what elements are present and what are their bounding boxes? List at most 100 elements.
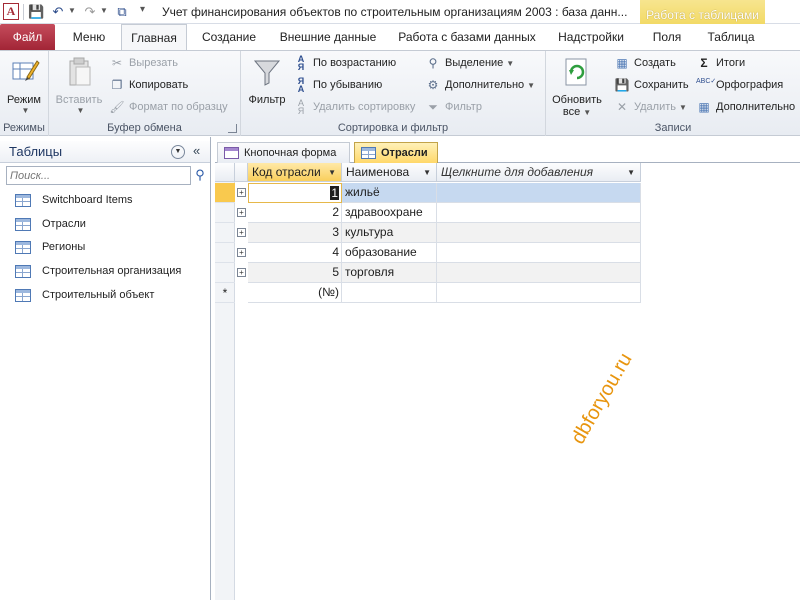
more-records-button[interactable]: ▦ Дополнительно	[696, 97, 795, 117]
table-icon	[15, 265, 31, 278]
expand-subdatasheet-icon[interactable]: +	[237, 228, 246, 237]
undo-icon[interactable]: ↶	[50, 4, 66, 20]
redo-icon[interactable]: ↷	[82, 4, 98, 20]
redo-dropdown-icon[interactable]: ▼	[100, 6, 108, 15]
table-cell-kod[interactable]: 5	[248, 263, 342, 283]
column-dropdown-icon[interactable]: ▼	[328, 163, 336, 181]
spelling-abc-icon: ABC✓	[696, 78, 717, 85]
expand-subdatasheet-icon[interactable]: +	[237, 188, 246, 197]
table-cell-name[interactable]: здравоохране	[342, 203, 437, 223]
remove-sort-button[interactable]: АЯ Удалить сортировку	[293, 97, 416, 117]
access-app-icon[interactable]: A	[3, 3, 19, 20]
nav-item-stroitelnaya-organizatsiya[interactable]: Строительная организация	[12, 260, 202, 282]
search-icon[interactable]: ⚲	[192, 166, 208, 185]
nav-pane-header[interactable]: Таблицы ▼ «	[0, 141, 210, 163]
column-header-kod-otrasli[interactable]: Код отрасли ▼	[248, 163, 342, 182]
table-cell-empty[interactable]	[437, 243, 641, 263]
table-cell-empty[interactable]	[437, 183, 641, 203]
tab-home[interactable]: Главная	[121, 24, 187, 51]
selection-button[interactable]: ⚲ Выделение ▼	[425, 53, 515, 73]
nav-item-otrasli[interactable]: Отрасли	[12, 213, 202, 235]
nav-pane-collapse-icon[interactable]: «	[193, 143, 200, 158]
spelling-button[interactable]: ABC✓ Орфография	[696, 75, 783, 95]
table-cell-name[interactable]: торговля	[342, 263, 437, 283]
tab-fields[interactable]: Поля	[640, 24, 694, 50]
tab-database-tools[interactable]: Работа с базами данных	[392, 24, 542, 50]
table-cell-kod[interactable]: 3	[248, 223, 342, 243]
doc-tab-switchboard-form[interactable]: Кнопочная форма	[217, 142, 350, 163]
clipboard-dialog-launcher-icon[interactable]	[228, 124, 237, 133]
mode-button[interactable]: Режим ▼	[3, 55, 45, 115]
new-record-empty-cell[interactable]	[437, 283, 641, 303]
cut-label: Вырезать	[129, 57, 178, 69]
undo-dropdown-icon[interactable]: ▼	[68, 6, 76, 15]
table-cell-name[interactable]: культура	[342, 223, 437, 243]
table-cell-kod[interactable]: 2	[248, 203, 342, 223]
remove-sort-icon: АЯ	[297, 98, 305, 116]
tab-external-data[interactable]: Внешние данные	[272, 24, 384, 50]
copy-button[interactable]: ❐ Копировать	[109, 75, 189, 95]
column-dropdown-icon[interactable]: ▼	[627, 163, 635, 181]
new-record-name-cell[interactable]	[342, 283, 437, 303]
advanced-filter-button[interactable]: ⚙ Дополнительно ▼	[425, 75, 535, 95]
save-icon[interactable]: 💾	[28, 4, 44, 20]
group-modes: Режим ▼ Режимы	[0, 51, 49, 136]
save-record-button[interactable]: 💾 Сохранить	[614, 75, 689, 95]
select-all-corner[interactable]	[215, 163, 235, 182]
toggle-filter-button[interactable]: ⏷ Фильтр	[425, 97, 482, 117]
delete-record-label: Удалить	[634, 101, 676, 113]
table-cell-name[interactable]: жильё	[342, 183, 437, 203]
nav-item-stroitelnyy-obekt[interactable]: Строительный объект	[12, 284, 202, 306]
nav-item-label: Регионы	[42, 241, 86, 253]
totals-button[interactable]: Σ Итоги	[696, 53, 745, 73]
tab-file[interactable]: Файл	[0, 24, 55, 50]
table-cell-kod[interactable]: 1	[248, 183, 342, 203]
paste-button[interactable]: Вставить ▼	[55, 55, 103, 115]
filter-button[interactable]: Фильтр	[245, 55, 289, 106]
new-record-id-cell[interactable]: (№)	[248, 283, 342, 303]
column-header-add-field[interactable]: Щелкните для добавления ▼	[437, 163, 641, 182]
paste-icon	[69, 57, 91, 86]
customize-quick-access-icon[interactable]: ▾	[140, 4, 145, 15]
nav-pane-menu-icon[interactable]: ▼	[171, 145, 185, 159]
toggle-filter-icon: ⏷	[428, 100, 438, 114]
tab-addins[interactable]: Надстройки	[550, 24, 632, 50]
nav-item-label: Строительный объект	[42, 289, 155, 301]
table-cell-empty[interactable]	[437, 223, 641, 243]
table-cell-empty[interactable]	[437, 203, 641, 223]
table-cell-empty[interactable]	[437, 263, 641, 283]
record-selector[interactable]	[215, 203, 235, 223]
new-record-selector[interactable]: *	[215, 283, 235, 303]
tab-menu[interactable]: Меню	[63, 24, 115, 50]
sort-ascending-button[interactable]: АЯ По возрастанию	[293, 53, 396, 73]
expand-subdatasheet-icon[interactable]: +	[237, 268, 246, 277]
selection-icon: ⚲	[428, 56, 438, 70]
record-selector[interactable]	[215, 183, 235, 203]
nav-search-input[interactable]	[6, 166, 191, 185]
tab-create[interactable]: Создание	[193, 24, 265, 50]
format-painter-button[interactable]: 🖌 Формат по образцу	[109, 97, 227, 117]
column-dropdown-icon[interactable]: ▼	[423, 163, 431, 181]
cut-button[interactable]: ✂ Вырезать	[109, 53, 178, 73]
column-header-naimenovanie[interactable]: Наименова ▼	[342, 163, 437, 182]
table-cell-kod[interactable]: 4	[248, 243, 342, 263]
record-selector[interactable]	[215, 223, 235, 243]
refresh-all-button[interactable]: Обновить все ▼	[550, 55, 604, 118]
nav-item-label: Switchboard Items	[42, 194, 133, 206]
expand-subdatasheet-icon[interactable]: +	[237, 208, 246, 217]
paste-label: Вставить	[55, 94, 103, 106]
record-selector[interactable]	[215, 243, 235, 263]
delete-record-button[interactable]: ✕ Удалить ▼	[614, 97, 687, 117]
table-cell-name[interactable]: образование	[342, 243, 437, 263]
expand-subdatasheet-icon[interactable]: +	[237, 248, 246, 257]
tab-table[interactable]: Таблица	[700, 24, 762, 50]
sort-descending-button[interactable]: ЯА По убыванию	[293, 75, 382, 95]
nav-item-regiony[interactable]: Регионы	[12, 236, 202, 258]
doc-tab-otrasli[interactable]: Отрасли	[354, 142, 438, 163]
group-label-clipboard: Буфер обмена	[107, 122, 182, 134]
record-selector[interactable]	[215, 263, 235, 283]
refresh-icon	[565, 58, 587, 86]
new-record-button[interactable]: ▦ Создать	[614, 53, 675, 73]
switch-windows-icon[interactable]: ⧉	[114, 4, 130, 20]
nav-item-switchboard-items[interactable]: Switchboard Items	[12, 189, 202, 211]
